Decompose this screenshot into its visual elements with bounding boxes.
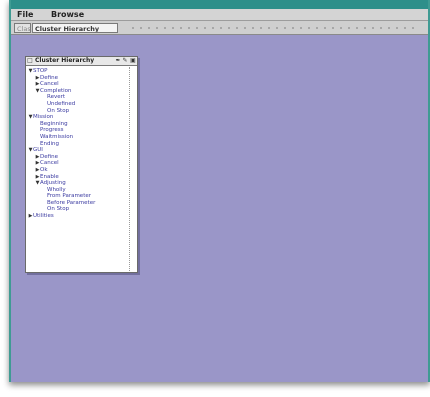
tree-node-label: Adjusting [40,180,66,187]
tree-node-label: Mission [33,114,54,121]
tree-node-label: Define [40,74,58,81]
tree-node[interactable]: ▶Ok [28,167,128,174]
tree-node-label: Completion [40,87,72,94]
tree-node[interactable]: ▼Adjusting [28,180,128,187]
tree-node[interactable]: Progress [28,127,128,134]
tree-node-label: Progress [40,127,64,134]
tree-node-label: Define [40,153,58,160]
tab-class[interactable]: Class [14,23,31,33]
menu-browse[interactable]: Browse [51,10,84,20]
tree-node-label: Revert [47,94,66,101]
tree-node[interactable]: ▶Enable [28,174,128,181]
tree-node[interactable]: ▼Completion [28,88,128,95]
tree-node[interactable]: Beginning [28,121,128,128]
tree-node[interactable]: Waitmission [28,134,128,141]
close-icon[interactable]: ▣ [130,58,136,64]
tree-node[interactable]: Wholly [28,187,128,194]
tree-node[interactable]: Undefined [28,101,128,108]
tree-scrollbar[interactable] [129,67,136,271]
tree-node-label: Beginning [40,120,68,127]
tree-node[interactable]: ▶Define [28,75,128,82]
tree-node[interactable]: Revert [28,94,128,101]
tree-node[interactable]: ▶Define [28,154,128,161]
tree-window-title: Cluster Hierarchy [35,57,95,64]
tree-node[interactable]: From Parameter [28,193,128,200]
tree-node-label: Undefined [47,100,76,107]
pencil-icon[interactable]: ✎ [122,58,128,64]
window-titlebar[interactable] [11,0,428,9]
tree-node-label: Cancel [40,160,59,167]
menu-bar: File Browse [11,9,428,21]
tree-node[interactable]: ▼STOP [28,68,128,75]
tree-node[interactable]: ▶Utilities [28,213,128,220]
tree-node-label: Enable [40,173,59,180]
toolbar: Class Cluster Hierarchy [11,21,428,35]
tree-node-label: Ending [40,140,59,147]
tree-node[interactable]: Ending [28,141,128,148]
tree-node[interactable]: On Stop [28,206,128,213]
tab-cluster-hierarchy[interactable]: Cluster Hierarchy [32,23,118,33]
tree-node[interactable]: ▼GUI [28,147,128,154]
tree-node-label: From Parameter [47,193,91,200]
tree-node-label: Before Parameter [47,199,96,206]
tree-node[interactable]: ▶Cancel [28,160,128,167]
tree-node[interactable]: Before Parameter [28,200,128,207]
tree-node-label: Cancel [40,81,59,88]
tree-node-label: Ok [40,166,48,173]
cluster-hierarchy-window[interactable]: □ Cluster Hierarchy ✒ ✎ ▣ ▼STOP ▶Define ▶C… [25,56,138,273]
tree-node-label: GUI [33,147,43,154]
workspace[interactable]: □ Cluster Hierarchy ✒ ✎ ▣ ▼STOP ▶Define ▶C… [11,35,428,382]
tree-window-titlebar[interactable]: □ Cluster Hierarchy ✒ ✎ ▣ [26,57,137,66]
tree-node[interactable]: ▼Mission [28,114,128,121]
tree-node-label: On Stop [47,107,70,114]
app-window: File Browse Class Cluster Hierarchy □ Cl… [9,0,430,382]
tree-node-label: Wholly [47,186,66,193]
menu-file[interactable]: File [17,10,33,20]
window-menu-icon[interactable]: □ [27,58,33,64]
tree-node-label: Utilities [33,213,54,220]
tree-node-label: STOP [33,68,48,74]
edit-icon[interactable]: ✒ [115,58,121,64]
toolbar-separator [129,27,419,29]
tree-node[interactable]: On Stop [28,108,128,115]
tree-node[interactable]: ▶Cancel [28,81,128,88]
tree-node-label: Waitmission [40,133,74,140]
hierarchy-tree: ▼STOP ▶Define ▶Cancel ▼Completion Revert Unde… [28,68,128,270]
tree-node-label: On Stop [47,206,70,213]
